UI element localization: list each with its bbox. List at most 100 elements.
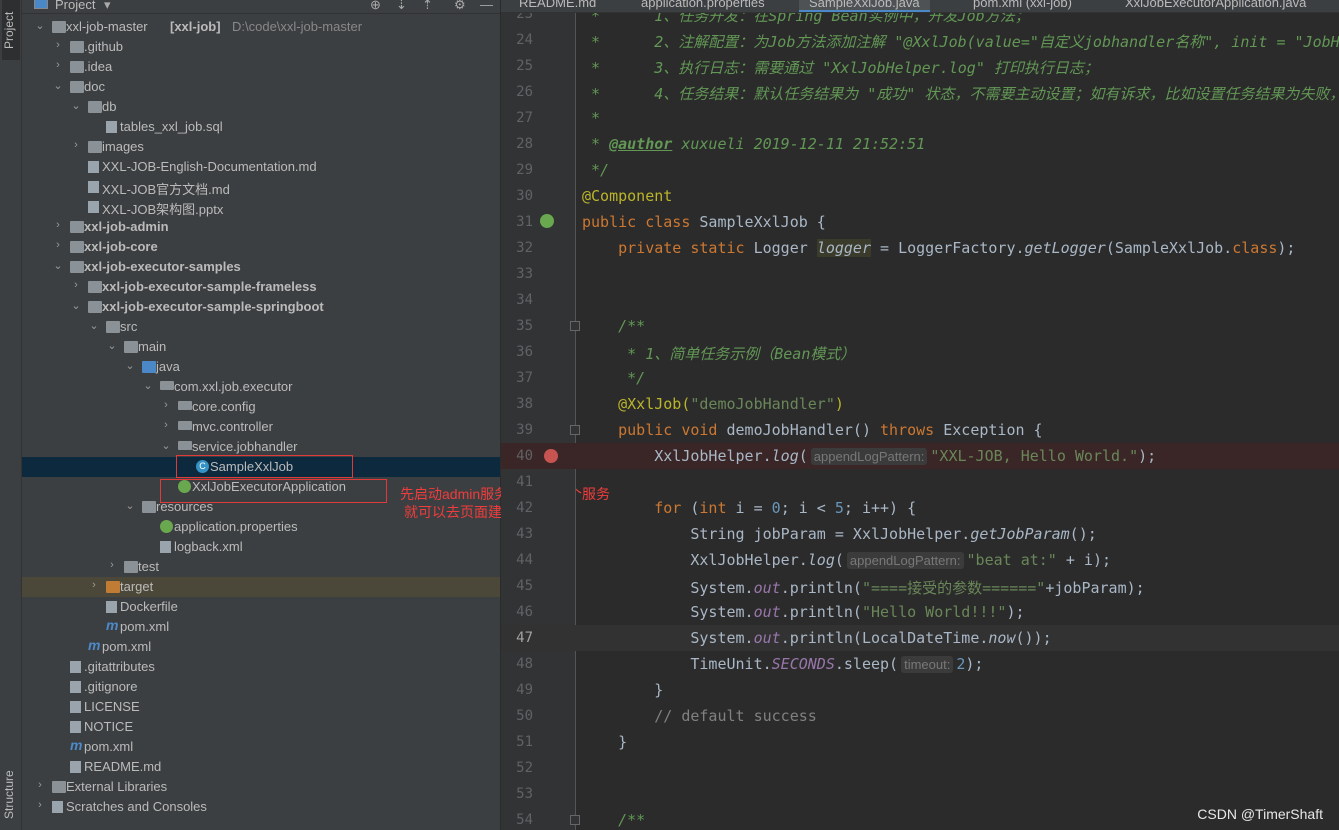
- code-line[interactable]: 44 XxlJobHelper.log(appendLogPattern: "be…: [501, 547, 1339, 573]
- project-tool-tab[interactable]: Project: [2, 0, 20, 60]
- code-line[interactable]: 23 * 1、任务开发：在Spring Bean实例中，开发Job方法；: [501, 13, 1339, 27]
- code-line[interactable]: 49 }: [501, 677, 1339, 703]
- code-line[interactable]: 42 for (int i = 0; i < 5; i++) {: [501, 495, 1339, 521]
- tree-item[interactable]: ⌄ xxl-job-executor-sample-springboot: [22, 297, 500, 317]
- chevron-down-icon[interactable]: ⌄: [124, 359, 136, 372]
- tree-item[interactable]: ⌄ doc: [22, 77, 500, 97]
- tree-item[interactable]: XXL-JOB-English-Documentation.md: [22, 157, 500, 177]
- tree-item[interactable]: m pom.xml: [22, 737, 500, 757]
- code-line[interactable]: 24 * 2、注解配置：为Job方法添加注解 "@XxlJob(value="自…: [501, 27, 1339, 53]
- breakpoint-icon[interactable]: [544, 449, 558, 463]
- editor-tab[interactable]: SampleXxlJob.java: [799, 0, 930, 12]
- code-line[interactable]: 35 /**: [501, 313, 1339, 339]
- tree-item[interactable]: › External Libraries: [22, 777, 500, 797]
- editor-tab[interactable]: README.md: [509, 0, 606, 12]
- code-line[interactable]: 39 public void demoJobHandler() throws E…: [501, 417, 1339, 443]
- tree-item[interactable]: ⌄ main: [22, 337, 500, 357]
- code-line[interactable]: 53: [501, 781, 1339, 807]
- tree-item[interactable]: ⌄ xxl-job-master [xxl-job] D:\code\xxl-job-…: [22, 17, 500, 37]
- chevron-down-icon[interactable]: ⌄: [34, 19, 46, 32]
- chevron-down-icon[interactable]: ⌄: [70, 299, 82, 312]
- chevron-right-icon[interactable]: ›: [52, 239, 64, 251]
- code-line[interactable]: 43 String jobParam = XxlJobHelper.getJob…: [501, 521, 1339, 547]
- tree-item[interactable]: XXL-JOB官方文档.md: [22, 177, 500, 197]
- chevron-down-icon[interactable]: ⌄: [52, 259, 64, 272]
- editor-tab[interactable]: XxlJobExecutorApplication.java: [1115, 0, 1316, 12]
- gear-icon[interactable]: ⚙: [454, 0, 466, 13]
- chevron-right-icon[interactable]: ›: [160, 419, 172, 431]
- code-line[interactable]: 45 System.out.println("====接受的参数======"+…: [501, 573, 1339, 599]
- code-line[interactable]: 50 // default success: [501, 703, 1339, 729]
- tree-item[interactable]: ⌄ service.jobhandler: [22, 437, 500, 457]
- chevron-right-icon[interactable]: ›: [52, 39, 64, 51]
- tree-item[interactable]: Dockerfile: [22, 597, 500, 617]
- chevron-down-icon[interactable]: ⌄: [52, 79, 64, 92]
- code-line[interactable]: 52: [501, 755, 1339, 781]
- tree-item[interactable]: ⌄ com.xxl.job.executor: [22, 377, 500, 397]
- tree-item[interactable]: › .github: [22, 37, 500, 57]
- chevron-down-icon[interactable]: ⌄: [106, 339, 118, 352]
- code-line[interactable]: 51 }: [501, 729, 1339, 755]
- tree-item[interactable]: ⌄ xxl-job-executor-samples: [22, 257, 500, 277]
- code-line[interactable]: 31 public class SampleXxlJob {: [501, 209, 1339, 235]
- tree-item[interactable]: README.md: [22, 757, 500, 777]
- fold-marker-icon[interactable]: [570, 321, 580, 331]
- locate-icon[interactable]: ⊕: [370, 0, 381, 13]
- tree-item[interactable]: › xxl-job-core: [22, 237, 500, 257]
- chevron-down-icon[interactable]: ⌄: [88, 319, 100, 332]
- tree-item[interactable]: › Scratches and Consoles: [22, 797, 500, 817]
- chevron-right-icon[interactable]: ›: [160, 399, 172, 411]
- chevron-down-icon[interactable]: ⌄: [124, 499, 136, 512]
- tree-item[interactable]: › xxl-job-admin: [22, 217, 500, 237]
- tree-item[interactable]: m pom.xml: [22, 637, 500, 657]
- tree-item[interactable]: m pom.xml: [22, 617, 500, 637]
- chevron-down-icon[interactable]: ▾: [104, 0, 111, 13]
- code-line[interactable]: 41: [501, 469, 1339, 495]
- tree-item[interactable]: › images: [22, 137, 500, 157]
- tree-item[interactable]: › mvc.controller: [22, 417, 500, 437]
- chevron-right-icon[interactable]: ›: [52, 59, 64, 71]
- fold-marker-icon[interactable]: [570, 425, 580, 435]
- tree-item[interactable]: logback.xml: [22, 537, 500, 557]
- tree-item[interactable]: tables_xxl_job.sql: [22, 117, 500, 137]
- editor-tab[interactable]: application.properties: [631, 0, 775, 12]
- code-line[interactable]: 26 * 4、任务结果：默认任务结果为 "成功" 状态，不需要主动设置；如有诉求…: [501, 79, 1339, 105]
- tree-item[interactable]: LICENSE: [22, 697, 500, 717]
- tree-item[interactable]: ⌄ java: [22, 357, 500, 377]
- collapse-all-icon[interactable]: ⇡: [422, 0, 433, 13]
- editor-tab[interactable]: pom.xml (xxl-job): [963, 0, 1082, 12]
- code-editor[interactable]: 23 * 1、任务开发：在Spring Bean实例中，开发Job方法； 24 *…: [501, 13, 1339, 830]
- chevron-right-icon[interactable]: ›: [52, 219, 64, 231]
- structure-tool-tab[interactable]: Structure: [2, 765, 20, 825]
- code-line[interactable]: 47 System.out.println(LocalDateTime.now(…: [501, 625, 1339, 651]
- code-line[interactable]: 29 */: [501, 157, 1339, 183]
- project-view-selector[interactable]: Project: [55, 0, 95, 12]
- code-line[interactable]: 25 * 3、执行日志：需要通过 "XxlJobHelper.log" 打印执行…: [501, 53, 1339, 79]
- chevron-right-icon[interactable]: ›: [70, 139, 82, 151]
- minimize-icon[interactable]: —: [480, 0, 493, 12]
- code-line[interactable]: 33: [501, 261, 1339, 287]
- spring-bean-gutter-icon[interactable]: [540, 214, 554, 228]
- chevron-down-icon[interactable]: ⌄: [70, 99, 82, 112]
- code-line[interactable]: 38 @XxlJob("demoJobHandler"): [501, 391, 1339, 417]
- code-line[interactable]: 28 * @author xuxueli 2019-12-11 21:52:51: [501, 131, 1339, 157]
- tree-item[interactable]: XXL-JOB架构图.pptx: [22, 197, 500, 217]
- fold-marker-icon[interactable]: [570, 815, 580, 825]
- tree-item[interactable]: .gitattributes: [22, 657, 500, 677]
- code-line[interactable]: 36 * 1、简单任务示例（Bean模式）: [501, 339, 1339, 365]
- chevron-right-icon[interactable]: ›: [34, 779, 46, 791]
- code-line[interactable]: 27 *: [501, 105, 1339, 131]
- code-line[interactable]: 37 */: [501, 365, 1339, 391]
- code-line[interactable]: 40 XxlJobHelper.log(appendLogPattern: "XX…: [501, 443, 1339, 469]
- tree-item[interactable]: .gitignore: [22, 677, 500, 697]
- chevron-down-icon[interactable]: ⌄: [160, 439, 172, 452]
- chevron-right-icon[interactable]: ›: [106, 559, 118, 571]
- code-line[interactable]: 48 TimeUnit.SECONDS.sleep(timeout: 2);: [501, 651, 1339, 677]
- tree-item[interactable]: › .idea: [22, 57, 500, 77]
- tree-item[interactable]: › test: [22, 557, 500, 577]
- tree-item[interactable]: › target: [22, 577, 500, 597]
- tree-item[interactable]: ⌄ src: [22, 317, 500, 337]
- chevron-down-icon[interactable]: ⌄: [142, 379, 154, 392]
- chevron-right-icon[interactable]: ›: [70, 279, 82, 291]
- code-line[interactable]: 46 System.out.println("Hello World!!!");: [501, 599, 1339, 625]
